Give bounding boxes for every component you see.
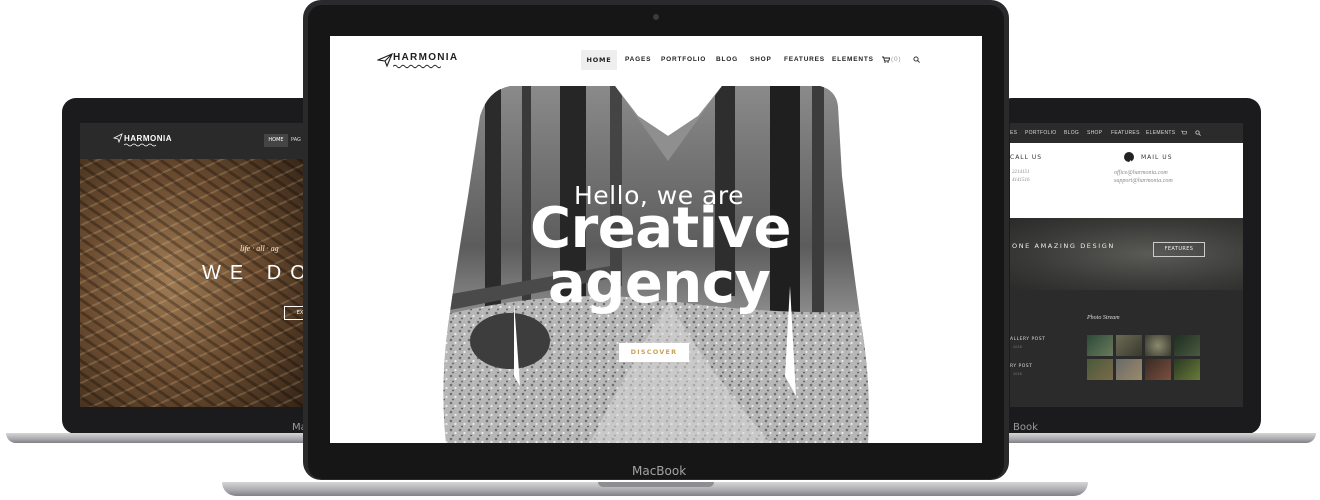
center-laptop-screen: HARMONIA HOME PAGES PORTFOLIO BLOG SHOP … [330, 36, 982, 443]
mail-icon [1124, 152, 1134, 165]
right-nav-blog[interactable]: BLOG [1064, 130, 1079, 136]
photo-thumb[interactable] [1116, 335, 1142, 356]
left-logo[interactable]: HARMONIA [124, 134, 172, 143]
nav-blog[interactable]: BLOG [716, 56, 738, 63]
site-logo[interactable]: HARMONIA [393, 52, 458, 63]
search-icon[interactable] [1195, 130, 1201, 136]
left-laptop-base [6, 433, 318, 443]
photo-thumb[interactable] [1116, 359, 1142, 380]
nav-home[interactable]: HOME [581, 50, 617, 70]
right-footer: ALLERY POST 2016 RY POST 2016 Photo Stre… [1010, 290, 1243, 407]
nav-portfolio[interactable]: PORTFOLIO [661, 56, 706, 63]
paper-plane-icon [113, 133, 123, 143]
photo-thumb[interactable] [1174, 359, 1200, 380]
features-button[interactable]: FEATURES [1153, 242, 1205, 257]
wave-icon [393, 64, 441, 69]
left-hero-tagline: life · all · ag [240, 244, 279, 253]
right-nav-bar: ES PORTFOLIO BLOG SHOP FEATURES ELEMENTS [1010, 123, 1243, 143]
photo-thumb[interactable] [1145, 335, 1171, 356]
footer-post-1[interactable]: ALLERY POST [1010, 337, 1045, 342]
photo-thumb[interactable] [1145, 359, 1171, 380]
right-laptop-base [998, 433, 1316, 443]
right-macbook-label: Book [1013, 422, 1038, 433]
right-laptop-screen: ES PORTFOLIO BLOG SHOP FEATURES ELEMENTS… [1010, 123, 1243, 407]
right-contact-bar: CALL US 2214151 4141516 MAIL US office@h… [1010, 143, 1243, 218]
left-hero-headline: WE DO [202, 262, 304, 284]
left-nav-pages[interactable]: PAG [291, 134, 301, 147]
wave-icon [124, 143, 157, 147]
left-hero-button[interactable]: EX [284, 306, 304, 320]
cart-icon[interactable] [882, 56, 890, 63]
right-nav-shop[interactable]: SHOP [1087, 130, 1102, 136]
search-icon[interactable] [913, 56, 920, 63]
center-base-notch [598, 482, 714, 487]
right-nav-portfolio[interactable]: PORTFOLIO [1025, 130, 1057, 136]
right-nav-pages[interactable]: ES [1010, 130, 1017, 136]
nav-pages[interactable]: PAGES [625, 56, 651, 63]
center-macbook-label: MacBook [632, 464, 687, 478]
mail-us-label: MAIL US [1141, 154, 1173, 161]
phone-number-1: 2214151 [1012, 170, 1030, 175]
photo-thumb[interactable] [1087, 359, 1113, 380]
right-nav-features[interactable]: FEATURES [1111, 130, 1140, 136]
nav-elements[interactable]: ELEMENTS [832, 56, 874, 63]
discover-button[interactable]: DISCOVER [619, 343, 689, 362]
call-us-label: CALL US [1010, 154, 1043, 161]
photo-stream-title: Photo Stream [1087, 315, 1120, 321]
left-nav-home[interactable]: HOME [264, 134, 288, 147]
banner-text: ONE AMAZING DESIGN [1012, 242, 1115, 250]
photo-thumb[interactable] [1087, 335, 1113, 356]
email-support[interactable]: support@harmonia.com [1114, 178, 1173, 184]
hero-title-agency: agency [548, 251, 771, 316]
right-nav-elements[interactable]: ELEMENTS [1146, 130, 1175, 136]
email-office[interactable]: office@harmonia.com [1114, 170, 1168, 176]
nav-features[interactable]: FEATURES [784, 56, 825, 63]
footer-post-1-date: 2016 [1013, 345, 1022, 349]
phone-number-2: 4141516 [1012, 178, 1030, 183]
footer-post-2-date: 2016 [1013, 372, 1022, 376]
nav-shop[interactable]: SHOP [750, 56, 772, 63]
camera-icon [653, 14, 659, 20]
right-banner: ONE AMAZING DESIGN FEATURES [1010, 218, 1243, 290]
paper-plane-icon [377, 52, 393, 68]
cart-count[interactable]: (0) [891, 56, 901, 63]
left-laptop-screen: HARMONIA HOME PAG life · all · ag WE DO … [80, 123, 304, 407]
footer-post-2[interactable]: RY POST [1010, 364, 1032, 369]
cart-icon[interactable] [1181, 130, 1187, 136]
photo-thumb[interactable] [1174, 335, 1200, 356]
